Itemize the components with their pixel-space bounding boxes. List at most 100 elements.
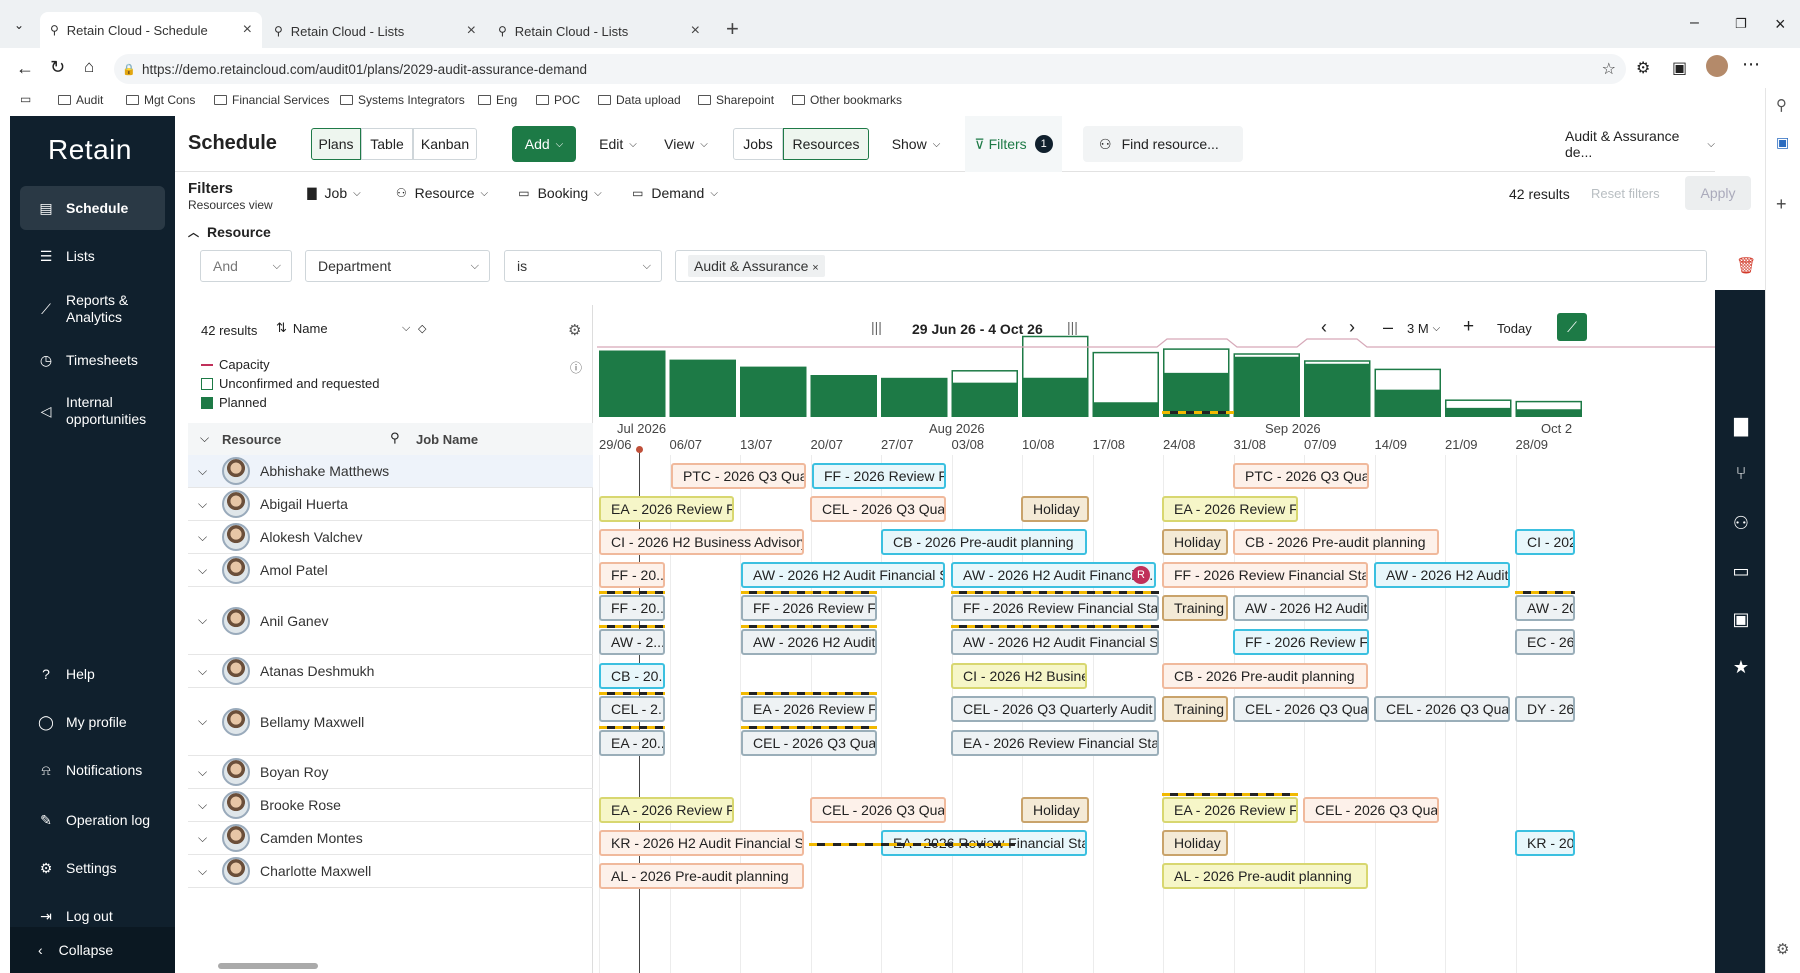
table-row[interactable]: ⌵ Alokesh Valchev <box>188 521 593 554</box>
filter-demand[interactable]: ▭ Demand ⌵ <box>625 177 725 209</box>
table-row[interactable]: ⌵ Amol Patel <box>188 554 593 587</box>
reload-icon[interactable]: ↻ <box>50 57 65 78</box>
chevron-down-icon[interactable]: ⌵ <box>198 464 212 479</box>
booking-bar[interactable]: EA - 2026 Review Fi... <box>1162 797 1298 823</box>
back-icon[interactable]: ← <box>16 58 34 79</box>
booking-bar[interactable]: Holiday <box>1162 830 1228 856</box>
find-resource-button[interactable]: ⚇ Find resource... <box>1083 126 1243 162</box>
booking-bar[interactable]: EA - 2026 Review Fi... <box>741 696 877 722</box>
booking-bar[interactable]: CI - 2026 <box>1515 529 1575 555</box>
booking-bar[interactable]: EA - 2026 Review Fi... <box>599 496 734 522</box>
table-row[interactable]: ⌵ Abigail Huerta <box>188 488 593 521</box>
filter-job[interactable]: ▇ Job ⌵ <box>297 177 371 209</box>
booking-bar[interactable]: KR - 2026 H2 Audit Financial Stat... <box>599 830 804 856</box>
booking-bar[interactable]: PTC - 2026 Q3 Qua... <box>671 463 806 489</box>
chevron-down-icon[interactable]: ⌵ <box>198 798 212 813</box>
tab-lists-2[interactable]: ⚲ Retain Cloud - Lists × <box>488 16 710 46</box>
plan-selector[interactable]: Audit & Assurance de... ⌵ <box>1565 128 1715 160</box>
booking-bar[interactable]: CEL - 2026 Q3 Quar... <box>810 797 946 823</box>
booking-bar[interactable]: Training <box>1162 595 1228 621</box>
delete-filter-icon[interactable]: 🗑 <box>1736 256 1756 276</box>
user-icon[interactable]: ⚇ <box>1730 512 1752 534</box>
tab-list-chevron-icon[interactable]: ⌄ <box>14 18 24 32</box>
booking-bar[interactable]: CEL - 2026 Q3 Quar... <box>1303 797 1439 823</box>
add-button[interactable]: Add ⌵ <box>512 126 576 162</box>
table-row[interactable]: ⌵ Bellamy Maxwell <box>188 688 593 756</box>
nav-help[interactable]: ? Help <box>20 652 165 696</box>
range-handle-right[interactable]: ||| <box>1067 319 1078 335</box>
booking-bar[interactable]: AL - 2026 Pre-audit planning <box>1162 863 1368 889</box>
nav-my-profile[interactable]: ◯ My profile <box>20 700 165 744</box>
booking-bar[interactable]: CB - 20... <box>599 663 665 689</box>
booking-bar[interactable]: AW - 2026 H2 Audit... <box>1374 562 1510 588</box>
avatar[interactable] <box>1706 55 1728 77</box>
extensions-icon[interactable]: ⚙ <box>1636 58 1650 78</box>
booking-bar[interactable]: AW - 2026 H2 Audit... <box>1233 595 1369 621</box>
table-row[interactable]: ⌵ Camden Montes <box>188 822 593 855</box>
collections-icon[interactable]: ▣ <box>1672 58 1687 78</box>
bookmark-mgt-cons[interactable]: Mgt Cons <box>126 93 195 107</box>
nav-timesheets[interactable]: ◷ Timesheets <box>20 338 165 382</box>
booking-bar[interactable]: FF - 2026 Review Financial State... <box>951 595 1159 621</box>
booking-bar[interactable]: PTC - 2026 Q3 Qua... <box>1233 463 1369 489</box>
booking-bar[interactable]: EA - 2026 Review Fi... <box>1162 496 1298 522</box>
horizontal-scrollbar[interactable] <box>218 963 318 969</box>
booking-bar[interactable]: CB - 2026 Pre-audit planning <box>881 529 1087 555</box>
more-icon[interactable]: ⋯ <box>1742 54 1760 75</box>
resource-section-toggle[interactable]: ︿ Resource <box>188 224 271 240</box>
booking-bar[interactable]: CB - 2026 Pre-audit planning <box>1233 529 1439 555</box>
show-menu[interactable]: Show ⌵ <box>881 128 951 160</box>
url-field[interactable]: 🔒 https://demo.retaincloud.com/audit01/p… <box>114 54 1626 84</box>
id-card-icon[interactable]: ▣ <box>1730 608 1752 630</box>
chevron-down-icon[interactable]: ⌵ <box>198 664 212 679</box>
minimize-button[interactable]: – <box>1690 14 1699 32</box>
chevron-down-icon[interactable]: ⌵ <box>198 831 212 846</box>
mode-jobs-button[interactable]: Jobs <box>733 128 783 160</box>
bookmark-financial-services[interactable]: Financial Services <box>214 93 329 107</box>
chevron-down-icon[interactable]: ⌵ <box>198 765 212 780</box>
bookmark-other[interactable]: Other bookmarks <box>792 93 902 107</box>
restore-button[interactable]: ❐ <box>1735 16 1747 32</box>
edit-menu[interactable]: Edit ⌵ <box>585 128 651 160</box>
booking-bar[interactable]: FF - 20... <box>599 595 665 621</box>
table-row[interactable]: ⌵ Anil Ganev <box>188 587 593 655</box>
booking-bar[interactable]: FF - 20... <box>599 562 665 588</box>
branch-icon[interactable]: ⑂ <box>1730 462 1752 484</box>
nav-lists[interactable]: ☰ Lists <box>20 234 165 278</box>
booking-bar[interactable]: CEL - 2026 Q3 Quar... <box>741 730 877 756</box>
booking-bar[interactable]: CEL - 2... <box>599 696 665 722</box>
booking-bar[interactable]: AW - 2026 H2 Audit... <box>741 629 877 655</box>
range-handle-left[interactable]: ||| <box>871 319 882 335</box>
table-row[interactable]: ⌵ Boyan Roy <box>188 756 593 789</box>
nav-settings[interactable]: ⚙ Settings <box>20 846 165 890</box>
grid-settings-icon[interactable]: ⚙ <box>568 321 581 339</box>
booking-bar[interactable]: Holiday <box>1162 529 1228 555</box>
nav-internal-opportunities[interactable]: ◁ Internal opportunities <box>20 386 165 436</box>
chevron-down-icon[interactable]: ⌵ <box>198 497 212 512</box>
view-menu[interactable]: View ⌵ <box>653 128 719 160</box>
close-tab-icon[interactable]: × <box>243 21 252 39</box>
booking-bar[interactable]: FF - 2026 Review Fi... <box>812 463 946 489</box>
nav-reports-analytics[interactable]: ⟋ Reports & Analytics <box>20 284 165 334</box>
booking-bar[interactable]: Holiday <box>1021 496 1089 522</box>
bookmark-poc[interactable]: POC <box>536 93 580 107</box>
nav-operation-log[interactable]: ✎ Operation log <box>20 798 165 842</box>
close-window-button[interactable]: × <box>1775 14 1786 35</box>
table-row[interactable]: ⌵ Atanas Deshmukh <box>188 655 593 688</box>
filters-button[interactable]: ⊽ Filters 1 <box>965 116 1062 172</box>
mode-resources-button[interactable]: Resources <box>783 128 869 160</box>
booking-bar[interactable]: DY - 26 - <box>1515 696 1575 722</box>
collapse-all-icon[interactable]: ⌵ <box>200 431 209 446</box>
briefcase-icon[interactable]: ▇ <box>1730 415 1752 437</box>
home-icon[interactable]: ⌂ <box>84 57 94 77</box>
bookmark-audit[interactable]: Audit <box>58 93 103 107</box>
bookmark-manager-icon[interactable]: ▭ <box>20 92 31 106</box>
operator-select[interactable]: is ⌵ <box>504 250 662 282</box>
today-button[interactable]: Today <box>1497 321 1532 336</box>
close-tab-icon[interactable]: × <box>467 22 476 40</box>
apply-button[interactable]: Apply <box>1685 176 1751 210</box>
filter-resource[interactable]: ⚇ Resource ⌵ <box>387 177 497 209</box>
booking-bar[interactable]: AL - 2026 Pre-audit planning <box>599 863 804 889</box>
booking-bar[interactable]: AW - 2026 H2 Audit Financial Sta... <box>951 629 1159 655</box>
star-icon[interactable]: ☆ <box>1602 59 1616 79</box>
